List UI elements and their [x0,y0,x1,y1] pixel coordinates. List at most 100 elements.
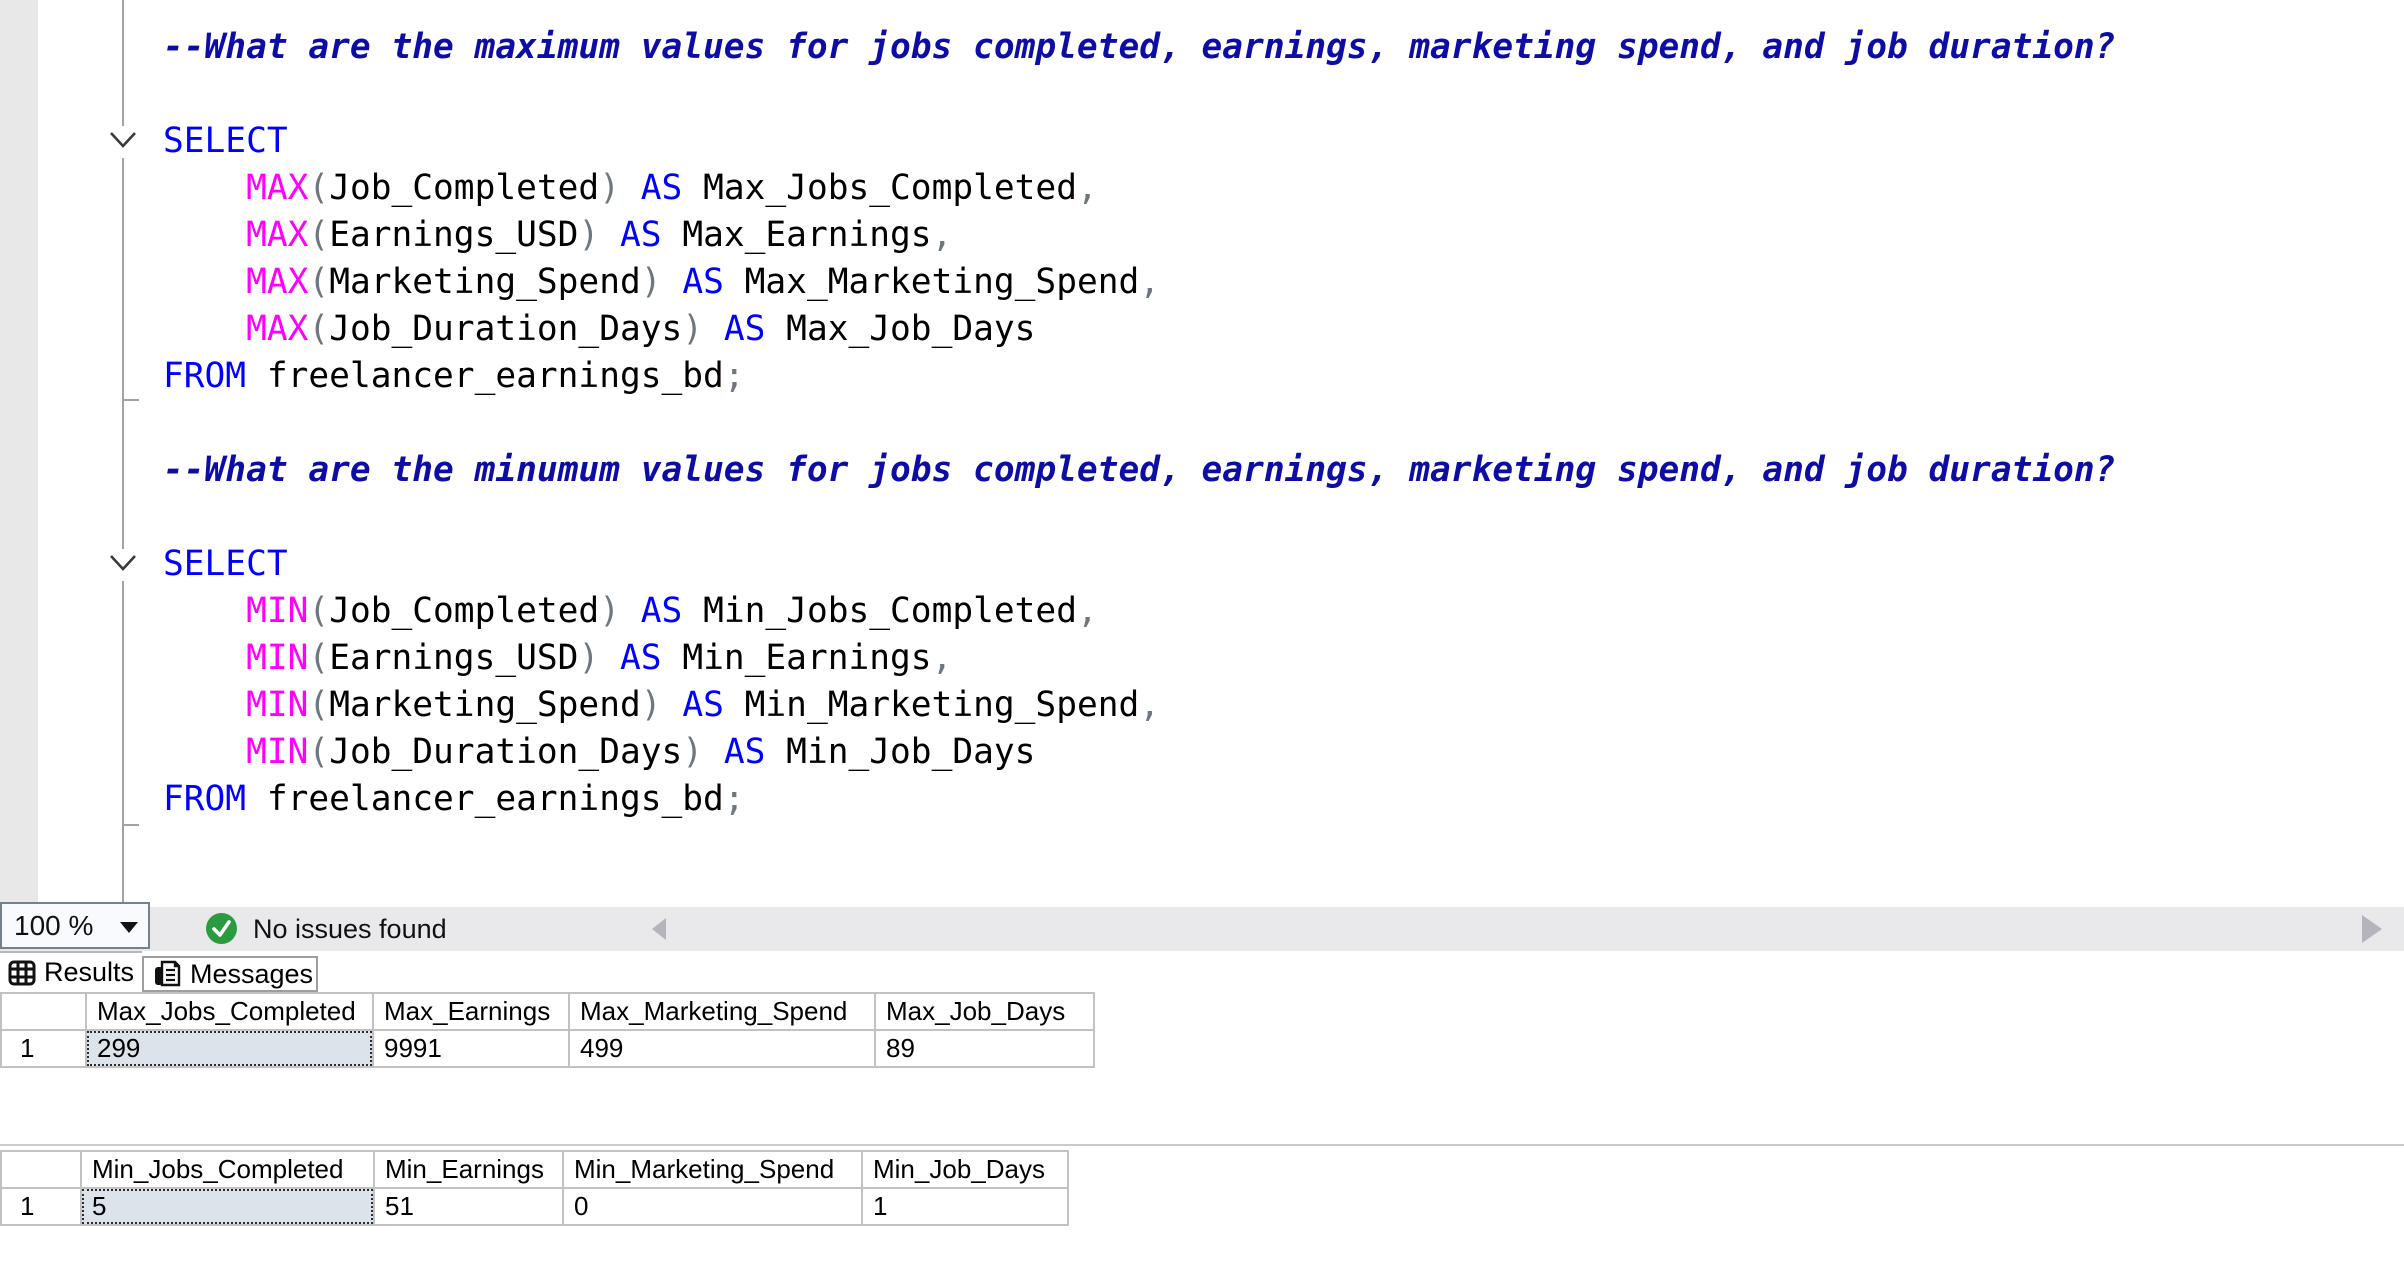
column-header[interactable]: Min_Marketing_Spend [563,1151,862,1188]
code-line[interactable]: FROM freelancer_earnings_bd; [163,353,2115,400]
code-token [599,638,620,678]
code-line[interactable] [163,71,2115,118]
editor-status-bar: 100 % No issues found [0,907,2404,951]
collapse-chevron-icon[interactable] [108,552,138,574]
editor-selection-margin[interactable] [0,0,38,907]
code-line[interactable]: MAX(Marketing_Spend) AS Max_Marketing_Sp… [163,259,2115,306]
code-line[interactable]: MAX(Job_Duration_Days) AS Max_Job_Days [163,306,2115,353]
column-header[interactable]: Min_Job_Days [862,1151,1068,1188]
code-line[interactable]: FROM freelancer_earnings_bd; [163,776,2115,823]
code-area[interactable]: --What are the maximum values for jobs c… [163,24,2115,823]
code-token: Min_Job_Days [765,732,1035,772]
tab-messages[interactable]: Messages [142,956,318,992]
code-line[interactable]: SELECT [163,118,2115,165]
collapse-chevron-icon[interactable] [108,129,138,151]
code-token: Min_Jobs_Completed [682,591,1077,631]
code-token: ) [641,262,662,302]
code-token: Marketing_Spend [329,685,641,725]
grid-corner-cell[interactable] [1,993,86,1030]
code-token: FROM [163,779,246,819]
grid-cell[interactable]: 89 [875,1030,1094,1067]
outline-guide-line [122,581,124,907]
code-token [662,262,683,302]
code-token: Job_Completed [329,591,599,631]
code-token: Max_Jobs_Completed [682,168,1077,208]
block-end-tick [122,399,139,401]
code-token: ) [578,215,599,255]
code-token: MIN [246,732,308,772]
code-token: AS [641,591,683,631]
grid-cell[interactable]: 9991 [373,1030,569,1067]
dropdown-caret-icon[interactable] [120,922,138,933]
code-token: SELECT [163,544,288,584]
grids-divider [0,1144,2404,1146]
sql-editor[interactable]: --What are the maximum values for jobs c… [0,0,2404,907]
code-token: ( [308,685,329,725]
code-line[interactable]: MAX(Job_Completed) AS Max_Jobs_Completed… [163,165,2115,212]
code-token: AS [682,262,724,302]
grid-cell[interactable]: 299 [86,1030,373,1067]
code-token: AS [724,309,766,349]
code-token: ( [308,638,329,678]
column-header[interactable]: Max_Marketing_Spend [569,993,875,1030]
code-token [163,732,246,772]
grid-cell[interactable]: 1 [862,1188,1068,1225]
results-grid-min[interactable]: Min_Jobs_CompletedMin_EarningsMin_Market… [0,1150,1069,1226]
column-header[interactable]: Min_Earnings [374,1151,563,1188]
code-line[interactable]: MIN(Marketing_Spend) AS Min_Marketing_Sp… [163,682,2115,729]
code-token [163,215,246,255]
code-token [163,309,246,349]
scroll-left-icon[interactable] [652,918,666,940]
results-tabbar: Results Messages [0,951,2404,992]
code-token: Max_Job_Days [765,309,1035,349]
tab-label: Messages [190,959,313,990]
code-token: MAX [246,309,308,349]
code-token: Earnings_USD [329,215,578,255]
code-line[interactable]: MIN(Job_Duration_Days) AS Min_Job_Days [163,729,2115,776]
code-line[interactable] [163,494,2115,541]
grid-corner-cell[interactable] [1,1151,81,1188]
code-token [620,168,641,208]
grid-cell[interactable]: 499 [569,1030,875,1067]
code-token: Min_Marketing_Spend [724,685,1139,725]
code-token: Max_Marketing_Spend [724,262,1139,302]
column-header[interactable]: Min_Jobs_Completed [81,1151,374,1188]
code-token: ) [599,168,620,208]
code-token: Earnings_USD [329,638,578,678]
code-token: freelancer_earnings_bd [246,356,724,396]
tab-results[interactable]: Results [0,951,142,992]
row-header[interactable]: 1 [1,1188,81,1225]
row-header[interactable]: 1 [1,1030,86,1067]
code-token: AS [682,685,724,725]
code-token: ( [308,591,329,631]
code-line[interactable]: MAX(Earnings_USD) AS Max_Earnings, [163,212,2115,259]
outline-guide-line [122,158,124,549]
zoom-level-dropdown[interactable]: 100 % [0,902,150,949]
outline-guide-line [122,0,124,126]
scroll-right-icon[interactable] [2362,915,2382,943]
code-line[interactable]: --What are the maximum values for jobs c… [163,24,2115,71]
code-token [662,685,683,725]
results-grid-max[interactable]: Max_Jobs_CompletedMax_EarningsMax_Market… [0,992,1095,1068]
code-line[interactable] [163,400,2115,447]
grid-cell[interactable]: 0 [563,1188,862,1225]
column-header[interactable]: Max_Earnings [373,993,569,1030]
code-token: ) [599,591,620,631]
no-issues-check-icon [206,913,237,944]
code-token: , [1139,262,1160,302]
code-token: MIN [246,591,308,631]
code-line[interactable]: --What are the minumum values for jobs c… [163,447,2115,494]
code-token: MAX [246,262,308,302]
grid-cell[interactable]: 51 [374,1188,563,1225]
code-token: ( [308,309,329,349]
query-editor-window: --What are the maximum values for jobs c… [0,0,2404,1263]
code-line[interactable]: MIN(Earnings_USD) AS Min_Earnings, [163,635,2115,682]
code-token: ( [308,262,329,302]
code-token [163,262,246,302]
column-header[interactable]: Max_Job_Days [875,993,1094,1030]
code-line[interactable]: MIN(Job_Completed) AS Min_Jobs_Completed… [163,588,2115,635]
grid-cell[interactable]: 5 [81,1188,374,1225]
code-line[interactable]: SELECT [163,541,2115,588]
column-header[interactable]: Max_Jobs_Completed [86,993,373,1030]
block-end-tick [122,824,139,826]
